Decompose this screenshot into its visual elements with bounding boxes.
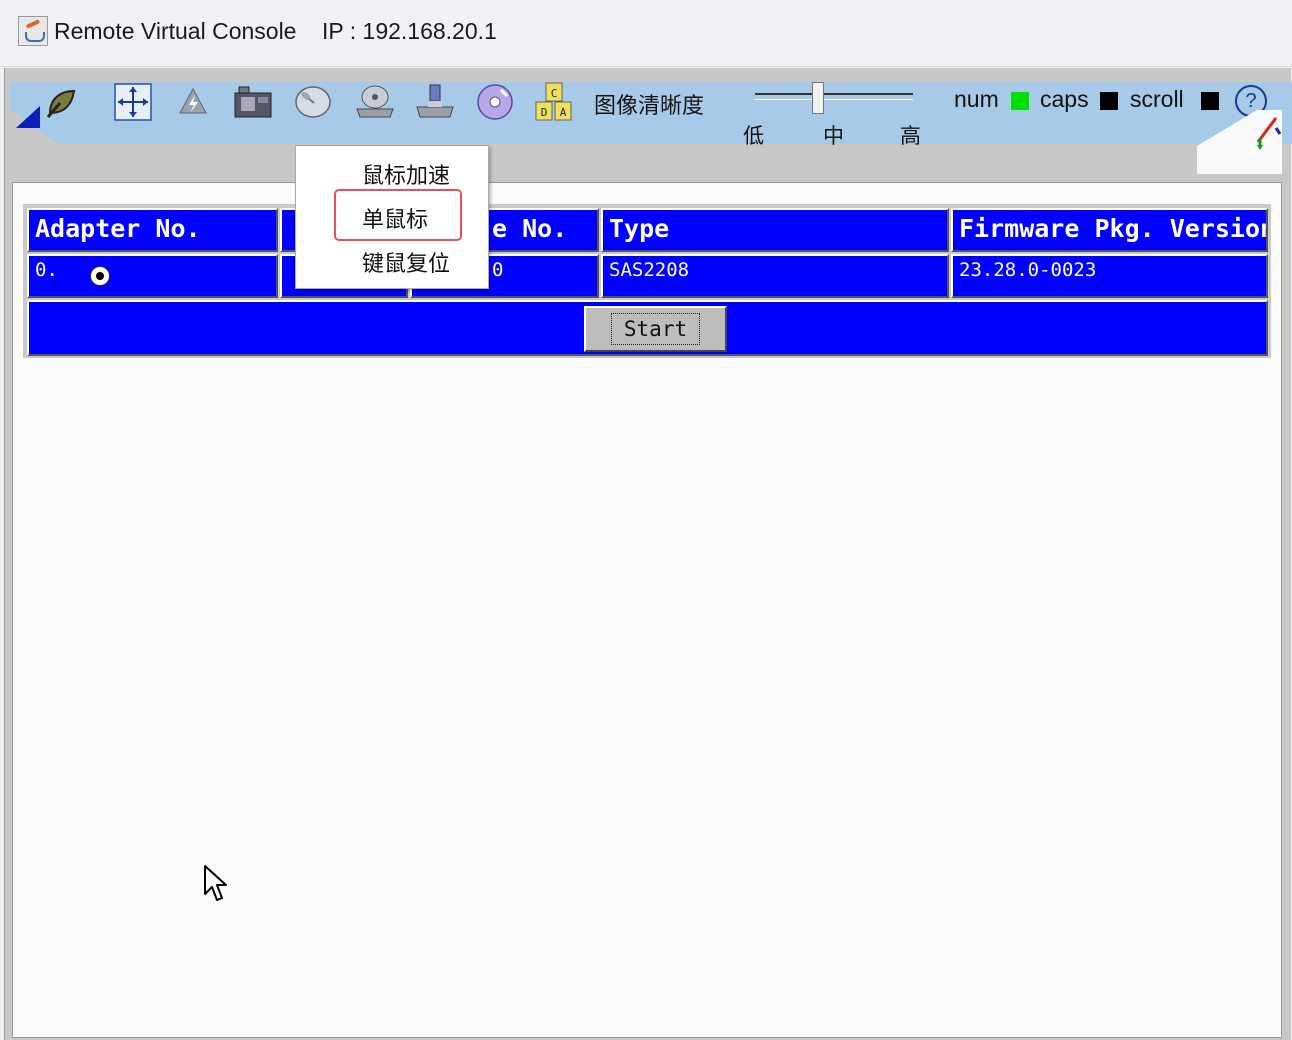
- header-adapter-no: Adapter No.: [27, 208, 278, 252]
- java-app-icon: [18, 16, 48, 46]
- header-type: Type: [601, 208, 949, 252]
- start-button-label: Start: [610, 313, 701, 345]
- toolbar-corner-triangle-icon: [16, 106, 40, 128]
- key-d-label: D: [541, 106, 548, 119]
- mouse-cursor-icon: [204, 865, 227, 901]
- quality-slider-track[interactable]: [755, 93, 913, 100]
- keyboard-keys-icon[interactable]: C D A: [533, 82, 575, 122]
- quality-slider-thumb[interactable]: [812, 82, 824, 114]
- menu-item-highlight: [334, 189, 462, 241]
- cd-rom-icon-svg: [477, 84, 513, 120]
- cell-type: SAS2208: [601, 254, 949, 298]
- floppy-drive-icon[interactable]: [414, 84, 456, 120]
- move-icon-svg: [114, 83, 152, 121]
- move-icon[interactable]: [112, 83, 154, 121]
- quality-level-high: 高: [900, 124, 921, 148]
- num-lock-indicator: [1011, 92, 1029, 110]
- num-lock-label: num: [954, 86, 999, 112]
- key-c-label: C: [551, 87, 558, 100]
- power-icon-svg: [179, 87, 207, 114]
- scroll-lock-label: scroll: [1130, 86, 1184, 112]
- mouse-icon[interactable]: [292, 84, 334, 120]
- quality-level-low: 低: [743, 124, 764, 148]
- film-icon[interactable]: [232, 84, 274, 120]
- caps-lock-indicator: [1100, 92, 1118, 110]
- power-icon[interactable]: [172, 84, 214, 120]
- title-bar: Remote Virtual Console IP : 192.168.20.1: [0, 0, 1292, 67]
- disk-drive-icon-svg: [356, 85, 394, 118]
- cell-adapter-no: 0.: [27, 254, 278, 298]
- floppy-drive-icon-svg: [416, 84, 454, 118]
- film-icon-svg: [234, 86, 272, 118]
- quality-level-medium: 中: [823, 124, 844, 148]
- window-title: Remote Virtual Console IP : 192.168.20.1: [54, 18, 497, 44]
- disk-drive-icon[interactable]: [354, 84, 396, 120]
- leaf-icon-svg: [46, 89, 76, 118]
- menu-item-mouse-acceleration[interactable]: 鼠标加速: [362, 158, 450, 190]
- corner-arrows-icon[interactable]: [1252, 112, 1282, 152]
- cell-firmware-version: 23.28.0-0023: [951, 254, 1268, 298]
- image-quality-label: 图像清晰度: [594, 94, 705, 119]
- caps-lock-label: caps: [1040, 86, 1089, 112]
- cd-rom-icon[interactable]: [474, 84, 516, 120]
- start-button[interactable]: Start: [584, 306, 727, 352]
- adapter-radio[interactable]: [90, 266, 110, 286]
- keyboard-keys-icon-svg: C D A: [535, 82, 572, 121]
- header-firmware-version: Firmware Pkg. Version: [951, 208, 1268, 252]
- mouse-icon-svg: [295, 86, 331, 118]
- leaf-icon[interactable]: [40, 84, 82, 120]
- scroll-lock-indicator: [1201, 92, 1219, 110]
- menu-item-keyboard-mouse-reset[interactable]: 键鼠复位: [362, 246, 450, 278]
- key-a-label: A: [560, 106, 567, 119]
